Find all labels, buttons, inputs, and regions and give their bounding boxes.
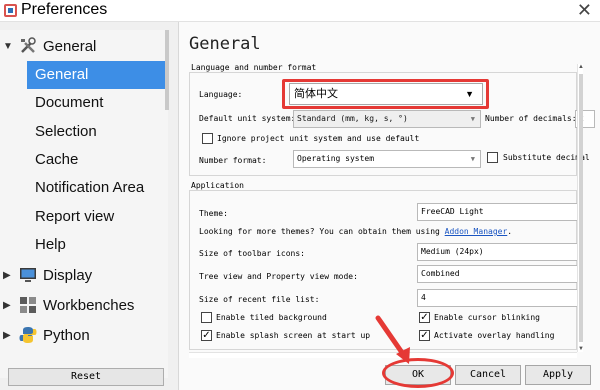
sidebar-item-selection[interactable]: Selection (27, 118, 166, 146)
splash-screen-checkbox[interactable]: ✓ (201, 330, 212, 341)
sidebar: ▼ General General Document Selection Cac… (0, 22, 176, 390)
unit-system-label: Default unit system: (199, 114, 296, 123)
group-title-application: Application (191, 181, 244, 190)
ignore-unit-system-label: Ignore project unit system and use defau… (217, 134, 420, 143)
tree-scrollbar[interactable] (165, 30, 169, 110)
overlay-handling-checkbox[interactable]: ✓ (419, 330, 430, 341)
scrollbar-thumb[interactable] (579, 74, 583, 342)
recent-files-label: Size of recent file list: (199, 295, 320, 304)
cursor-blinking-label: Enable cursor blinking (434, 313, 540, 322)
page-title: General (189, 34, 261, 54)
substitute-decimal-checkbox[interactable] (487, 152, 498, 163)
expand-arrow-down-icon[interactable]: ▼ (3, 41, 13, 52)
tree-mode-label: Tree view and Property view mode: (199, 272, 358, 281)
tiled-background-checkbox[interactable] (201, 312, 212, 323)
unit-system-combobox[interactable]: Standard (mm, kg, s, °) ▼ (293, 110, 481, 128)
theme-value: FreeCAD Light (421, 207, 484, 216)
toolbar-icons-value: Medium (24px) (421, 247, 484, 256)
dropdown-arrow-icon: ▼ (470, 155, 475, 163)
sidebar-item-help[interactable]: Help (27, 231, 166, 259)
recent-files-value: 4 (421, 293, 426, 302)
addon-manager-link[interactable]: Addon Manager (445, 227, 508, 236)
ignore-unit-system-checkbox[interactable] (202, 133, 213, 144)
expand-arrow-right-icon[interactable]: ▶ (3, 330, 11, 341)
themes-hint-text: Looking for more themes? You can obtain … (199, 227, 440, 236)
sidebar-item-notification-area[interactable]: Notification Area (27, 174, 166, 202)
sidebar-item-workbenches[interactable]: ▶ Workbenches (0, 291, 166, 319)
themes-hint: Looking for more themes? You can obtain … (199, 227, 512, 236)
theme-combobox[interactable]: FreeCAD Light (417, 203, 581, 221)
number-format-value: Operating system (297, 154, 375, 163)
tree-mode-combobox[interactable]: Combined (417, 265, 581, 283)
scroll-up-icon[interactable]: ▲ (578, 64, 584, 70)
cursor-blinking-checkbox[interactable]: ✓ (419, 312, 430, 323)
scroll-down-icon[interactable]: ▼ (578, 346, 584, 352)
sidebar-item-general-group[interactable]: ▼ General (0, 32, 166, 60)
sidebar-item-label: Display (43, 266, 93, 284)
sidebar-item-report-view[interactable]: Report view (27, 203, 166, 231)
cancel-button[interactable]: Cancel (455, 365, 521, 385)
unit-system-value: Standard (mm, kg, s, °) (297, 114, 408, 123)
theme-label: Theme: (199, 209, 228, 218)
tree-mode-value: Combined (421, 269, 460, 278)
dropdown-arrow-icon: ▼ (470, 115, 475, 123)
themes-hint-period: . (507, 227, 513, 236)
number-format-combobox[interactable]: Operating system ▼ (293, 150, 481, 168)
tools-icon (21, 37, 36, 53)
vertical-scrollbar[interactable]: ▲ ▼ (577, 64, 584, 352)
close-icon[interactable]: ✕ (577, 0, 592, 20)
freecad-app-icon (4, 4, 17, 17)
sidebar-item-document[interactable]: Document (27, 89, 166, 117)
toolbar-icons-combobox[interactable]: Medium (24px) (417, 243, 581, 261)
sidebar-item-display[interactable]: ▶ Display (0, 261, 166, 289)
sidebar-item-label: Python (43, 326, 90, 344)
number-format-label: Number format: (199, 156, 267, 165)
python-icon (19, 327, 37, 343)
language-highlight-box (282, 79, 489, 109)
workbenches-icon (20, 297, 36, 313)
ok-highlight-circle (382, 358, 454, 388)
title-bar: Preferences ✕ (0, 0, 600, 22)
tiled-background-label: Enable tiled background (216, 313, 327, 322)
window-title: Preferences (21, 1, 108, 18)
sidebar-item-general[interactable]: General (27, 61, 166, 89)
sidebar-item-cache[interactable]: Cache (27, 146, 166, 174)
preferences-tree: ▼ General General Document Selection Cac… (0, 30, 168, 378)
horizontal-scrollbar[interactable] (189, 352, 577, 358)
group-title-language: Language and number format (191, 63, 317, 72)
main-panel: General Language and number format Langu… (178, 22, 600, 390)
sidebar-item-label: General (43, 37, 97, 55)
sidebar-item-label: Workbenches (43, 296, 135, 314)
language-label: Language: (199, 90, 243, 99)
sidebar-item-python[interactable]: ▶ Python (0, 321, 166, 349)
monitor-icon (20, 268, 36, 282)
recent-files-spinbox[interactable]: 4 (417, 289, 581, 307)
apply-button[interactable]: Apply (525, 365, 591, 385)
overlay-handling-label: Activate overlay handling (434, 331, 555, 340)
toolbar-icons-label: Size of toolbar icons: (199, 249, 305, 258)
reset-button[interactable]: Reset (8, 368, 164, 386)
expand-arrow-right-icon[interactable]: ▶ (3, 270, 11, 281)
splash-screen-label: Enable splash screen at start up (216, 331, 371, 340)
decimals-label: Number of decimals: (485, 114, 577, 123)
expand-arrow-right-icon[interactable]: ▶ (3, 300, 11, 311)
